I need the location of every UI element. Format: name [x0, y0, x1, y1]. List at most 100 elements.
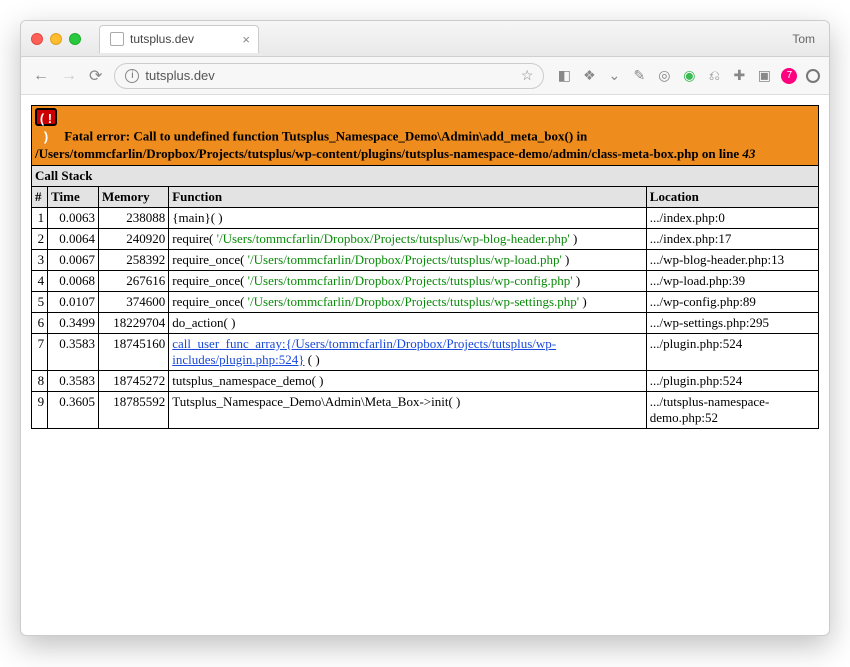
stack-row: 40.0068267616require_once( '/Users/tommc… — [32, 270, 819, 291]
cell-function: tutsplus_namespace_demo( ) — [169, 370, 647, 391]
profile-label[interactable]: Tom — [792, 32, 815, 46]
error-online: on line — [699, 146, 743, 161]
bookmark-star-icon[interactable]: ☆ — [521, 67, 534, 84]
tab-title: tutsplus.dev — [130, 32, 194, 46]
cell-time: 0.3583 — [48, 333, 99, 370]
error-header: ( ! ) Fatal error: Call to undefined fun… — [32, 106, 819, 166]
extension-icon[interactable]: ✚ — [731, 68, 747, 84]
cell-time: 0.3583 — [48, 370, 99, 391]
stack-row: 60.349918229704do_action( ).../wp-settin… — [32, 312, 819, 333]
site-info-icon[interactable]: i — [125, 69, 139, 83]
page-content: ( ! ) Fatal error: Call to undefined fun… — [21, 95, 829, 635]
url-text: tutsplus.dev — [145, 68, 214, 83]
stack-row: 10.0063238088{main}( ).../index.php:0 — [32, 207, 819, 228]
cell-memory: 240920 — [98, 228, 168, 249]
tab-close-icon[interactable]: × — [242, 32, 250, 47]
stack-row: 50.0107374600require_once( '/Users/tommc… — [32, 291, 819, 312]
cell-function: Tutsplus_Namespace_Demo\Admin\Meta_Box->… — [169, 391, 647, 428]
callstack-header: Call Stack — [32, 165, 819, 186]
cell-location: .../wp-config.php:89 — [646, 291, 818, 312]
maximize-window-button[interactable] — [69, 33, 81, 45]
browser-window: tutsplus.dev × Tom ← → ⟳ i tutsplus.dev … — [20, 20, 830, 636]
cell-function: require_once( '/Users/tommcfarlin/Dropbo… — [169, 270, 647, 291]
cell-index: 7 — [32, 333, 48, 370]
window-titlebar: tutsplus.dev × Tom — [21, 21, 829, 57]
extension-icon[interactable]: ▭ — [829, 68, 830, 84]
cell-time: 0.0063 — [48, 207, 99, 228]
cell-memory: 374600 — [98, 291, 168, 312]
stack-row: 30.0067258392require_once( '/Users/tommc… — [32, 249, 819, 270]
stack-row: 20.0064240920require( '/Users/tommcfarli… — [32, 228, 819, 249]
cell-location: .../wp-load.php:39 — [646, 270, 818, 291]
cell-memory: 267616 — [98, 270, 168, 291]
function-path: '/Users/tommcfarlin/Dropbox/Projects/tut… — [248, 294, 579, 309]
error-message: Call to undefined function Tutsplus_Name… — [130, 129, 587, 144]
cell-memory: 18745160 — [98, 333, 168, 370]
tab-favicon — [110, 32, 124, 46]
extension-pocket-icon[interactable]: ⌄ — [606, 68, 622, 84]
col-function: Function — [169, 186, 647, 207]
extension-icon[interactable]: ⎌ — [706, 68, 722, 84]
cell-function: require( '/Users/tommcfarlin/Dropbox/Pro… — [169, 228, 647, 249]
extension-icon[interactable]: ◎ — [656, 68, 672, 84]
extension-icon[interactable]: 7 — [781, 68, 797, 84]
browser-toolbar: ← → ⟳ i tutsplus.dev ☆ ◧ ❖ ⌄ ✎ ◎ ◉ ⎌ ✚ ▣… — [21, 57, 829, 95]
cell-memory: 18785592 — [98, 391, 168, 428]
extension-evernote-icon[interactable]: ✎ — [631, 68, 647, 84]
col-memory: Memory — [98, 186, 168, 207]
cell-time: 0.0107 — [48, 291, 99, 312]
extension-icon[interactable]: ❖ — [581, 68, 597, 84]
error-prefix: Fatal error: — [64, 129, 130, 144]
error-line: 43 — [742, 146, 755, 161]
cell-time: 0.3605 — [48, 391, 99, 428]
cell-location: .../index.php:0 — [646, 207, 818, 228]
cell-index: 5 — [32, 291, 48, 312]
extension-icon[interactable] — [806, 69, 820, 83]
cell-index: 3 — [32, 249, 48, 270]
function-path: '/Users/tommcfarlin/Dropbox/Projects/tut… — [248, 252, 562, 267]
cell-location: .../plugin.php:524 — [646, 370, 818, 391]
traffic-lights — [31, 33, 81, 45]
cell-location: .../index.php:17 — [646, 228, 818, 249]
cell-time: 0.0064 — [48, 228, 99, 249]
xdebug-error-table: ( ! ) Fatal error: Call to undefined fun… — [31, 105, 819, 429]
stack-row: 80.358318745272tutsplus_namespace_demo( … — [32, 370, 819, 391]
cell-time: 0.0068 — [48, 270, 99, 291]
extension-icon[interactable]: ▣ — [756, 68, 772, 84]
cell-index: 8 — [32, 370, 48, 391]
cell-location: .../wp-blog-header.php:13 — [646, 249, 818, 270]
cell-memory: 258392 — [98, 249, 168, 270]
back-button[interactable]: ← — [33, 67, 49, 85]
function-link[interactable]: call_user_func_array:{/Users/tommcfarlin… — [172, 336, 556, 367]
col-time: Time — [48, 186, 99, 207]
cell-location: .../tutsplus-namespace-demo.php:52 — [646, 391, 818, 428]
cell-function: {main}( ) — [169, 207, 647, 228]
cell-location: .../wp-settings.php:295 — [646, 312, 818, 333]
minimize-window-button[interactable] — [50, 33, 62, 45]
extension-icon[interactable]: ◉ — [681, 68, 697, 84]
cell-location: .../plugin.php:524 — [646, 333, 818, 370]
reload-button[interactable]: ⟳ — [89, 66, 102, 86]
cell-memory: 18745272 — [98, 370, 168, 391]
extension-icon[interactable]: ◧ — [556, 68, 572, 84]
address-bar[interactable]: i tutsplus.dev ☆ — [114, 63, 544, 89]
cell-memory: 18229704 — [98, 312, 168, 333]
forward-button[interactable]: → — [61, 67, 77, 85]
close-window-button[interactable] — [31, 33, 43, 45]
col-index: # — [32, 186, 48, 207]
function-path: '/Users/tommcfarlin/Dropbox/Projects/tut… — [248, 273, 573, 288]
stack-row: 70.358318745160call_user_func_array:{/Us… — [32, 333, 819, 370]
cell-function: require_once( '/Users/tommcfarlin/Dropbo… — [169, 291, 647, 312]
cell-memory: 238088 — [98, 207, 168, 228]
cell-index: 9 — [32, 391, 48, 428]
cell-index: 1 — [32, 207, 48, 228]
cell-function: call_user_func_array:{/Users/tommcfarlin… — [169, 333, 647, 370]
cell-function: do_action( ) — [169, 312, 647, 333]
error-bang-icon: ( ! ) — [35, 108, 57, 126]
cell-time: 0.3499 — [48, 312, 99, 333]
cell-index: 6 — [32, 312, 48, 333]
cell-index: 4 — [32, 270, 48, 291]
cell-time: 0.0067 — [48, 249, 99, 270]
cell-function: require_once( '/Users/tommcfarlin/Dropbo… — [169, 249, 647, 270]
browser-tab[interactable]: tutsplus.dev × — [99, 25, 259, 53]
